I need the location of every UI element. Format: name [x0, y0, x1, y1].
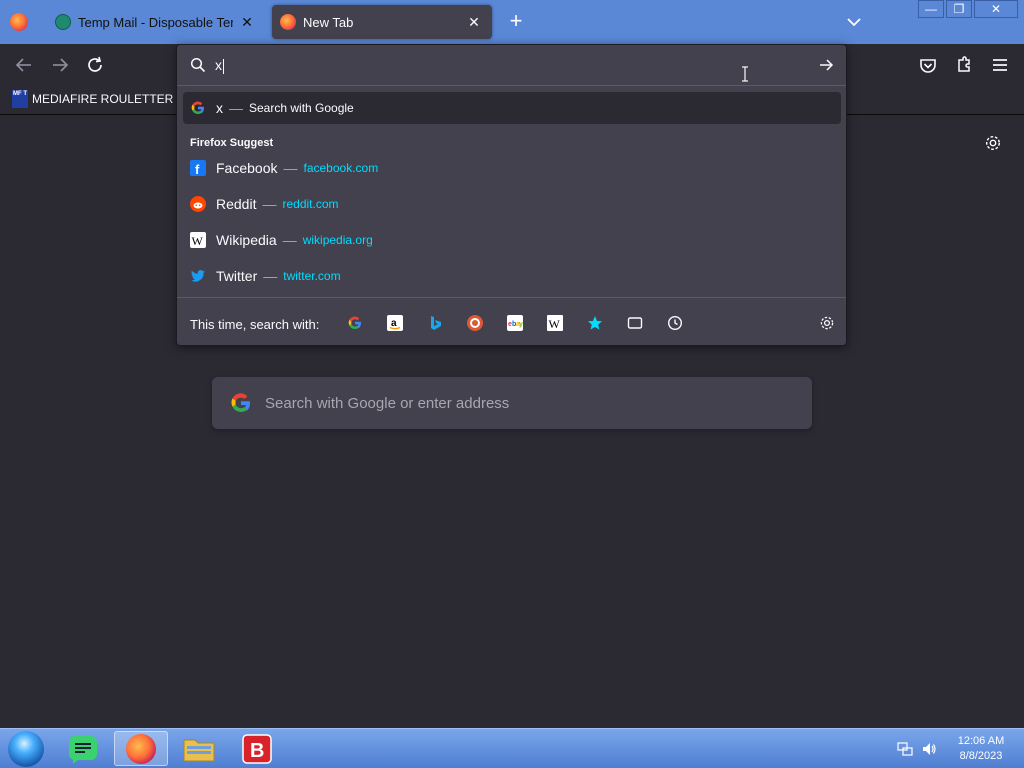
suggestion-title: Reddit [216, 196, 257, 212]
taskbar-notes-app[interactable] [56, 731, 110, 766]
facebook-icon: f [190, 160, 206, 176]
suggestion-title: x [216, 100, 223, 116]
text-cursor-icon [742, 66, 748, 82]
suggestion-title: Wikipedia [216, 232, 277, 248]
google-icon [190, 100, 206, 116]
extensions-icon[interactable] [952, 54, 976, 76]
amazon-engine-icon[interactable]: a [387, 315, 403, 331]
bing-engine-icon[interactable] [427, 315, 443, 331]
suggestion-title: Facebook [216, 160, 278, 176]
suggestion-search-google[interactable]: x — Search with Google [183, 92, 841, 124]
taskbar-brave-app[interactable]: B [230, 731, 284, 766]
suggestion-twitter[interactable]: Twitter — twitter.com [183, 260, 841, 292]
suggestion-url: twitter.com [283, 269, 341, 283]
suggestion-url: wikipedia.org [302, 233, 373, 247]
firefox-view-icon[interactable] [10, 13, 28, 31]
svg-text:W: W [549, 317, 561, 331]
separator: — [263, 268, 278, 284]
clock[interactable]: 12:06 AM 8/8/2023 [948, 734, 1014, 764]
firefox-favicon-icon [280, 14, 296, 30]
separator: — [282, 232, 297, 248]
urlbar-typed-text[interactable]: x [215, 57, 224, 74]
svg-text:B: B [250, 740, 264, 762]
folder-icon [183, 739, 215, 761]
bookmark-mediafire-rouletter[interactable]: MF T MEDIAFIRE ROULETTER [12, 90, 173, 108]
minimize-button[interactable]: — [918, 0, 944, 18]
suggestion-action: Search with Google [249, 101, 354, 115]
bookmark-label: MEDIAFIRE ROULETTER [32, 92, 174, 106]
back-icon[interactable] [12, 54, 36, 76]
history-clock-icon[interactable] [667, 315, 683, 331]
tab-temp-mail[interactable]: Temp Mail - Disposable Temporary Email ✕ [47, 5, 265, 39]
google-engine-icon[interactable] [347, 315, 363, 331]
separator: — [262, 196, 277, 212]
pocket-icon[interactable] [916, 54, 940, 76]
firefox-suggest-label: Firefox Suggest [190, 137, 274, 149]
go-arrow-icon[interactable] [817, 56, 835, 74]
suggestion-url: facebook.com [303, 161, 379, 175]
suggestion-wikipedia[interactable]: W Wikipedia — wikipedia.org [183, 224, 841, 256]
taskbar-file-explorer[interactable] [172, 731, 226, 766]
suggestion-facebook[interactable]: f Facebook — facebook.com [183, 152, 841, 184]
tab-new-tab[interactable]: New Tab ✕ [272, 5, 492, 39]
mediafire-favicon-icon: MF T [12, 90, 28, 108]
duckduckgo-engine-icon[interactable] [467, 315, 483, 331]
new-tab-search-box[interactable]: Search with Google or enter address [212, 377, 812, 429]
wikipedia-engine-icon[interactable]: W [547, 315, 563, 331]
forward-icon[interactable] [48, 54, 72, 76]
b-app-icon: B [242, 733, 272, 764]
svg-text:f: f [195, 162, 200, 176]
tab-title: Temp Mail - Disposable Temporary Email [78, 14, 233, 30]
separator: — [229, 100, 243, 116]
os-taskbar: B 12:06 AM 8/8/2023 [0, 728, 1024, 768]
temp-mail-favicon-icon [55, 14, 71, 30]
network-icon[interactable] [897, 741, 913, 757]
reload-icon[interactable] [84, 54, 108, 76]
tabs-icon[interactable] [627, 315, 643, 331]
maximize-button[interactable]: ❐ [946, 0, 972, 18]
tab-close-icon[interactable]: ✕ [466, 14, 482, 30]
one-off-search-bar: This time, search with: a ebay W [177, 297, 846, 346]
app-menu-icon[interactable] [988, 54, 1012, 76]
tab-strip: Temp Mail - Disposable Temporary Email ✕… [0, 0, 1024, 44]
new-tab-search-placeholder: Search with Google or enter address [265, 394, 510, 412]
twitter-icon [190, 268, 206, 284]
wikipedia-icon: W [190, 232, 206, 248]
start-button[interactable] [8, 731, 44, 767]
volume-icon[interactable] [921, 741, 937, 757]
search-settings-gear-icon[interactable] [819, 315, 835, 331]
customize-gear-icon[interactable] [984, 134, 1002, 152]
svg-text:y: y [519, 321, 523, 328]
taskbar-firefox[interactable] [114, 731, 168, 766]
new-tab-button[interactable]: + [505, 10, 527, 32]
firefox-icon [126, 733, 156, 764]
reddit-icon [190, 196, 206, 212]
search-icon [190, 57, 206, 73]
clock-time: 12:06 AM [957, 735, 1005, 747]
ebay-engine-icon[interactable]: ebay [507, 315, 523, 331]
notes-app-icon [69, 735, 97, 764]
urlbar-popup: x x — Search with Google Firefox Suggest… [176, 44, 847, 346]
close-window-button[interactable]: ✕ [974, 0, 1018, 18]
svg-text:a: a [391, 318, 397, 329]
suggestion-title: Twitter [216, 268, 258, 284]
svg-text:W: W [192, 234, 204, 248]
tab-title: New Tab [303, 14, 354, 30]
one-off-label: This time, search with: [190, 317, 320, 332]
bookmarks-star-icon[interactable] [587, 315, 603, 331]
suggestion-reddit[interactable]: Reddit — reddit.com [183, 188, 841, 220]
clock-date: 8/8/2023 [959, 750, 1003, 762]
suggestion-url: reddit.com [282, 197, 339, 211]
list-all-tabs-icon[interactable] [844, 12, 864, 32]
google-icon [231, 393, 250, 413]
tab-close-icon[interactable]: ✕ [239, 14, 255, 30]
separator: — [283, 160, 298, 176]
